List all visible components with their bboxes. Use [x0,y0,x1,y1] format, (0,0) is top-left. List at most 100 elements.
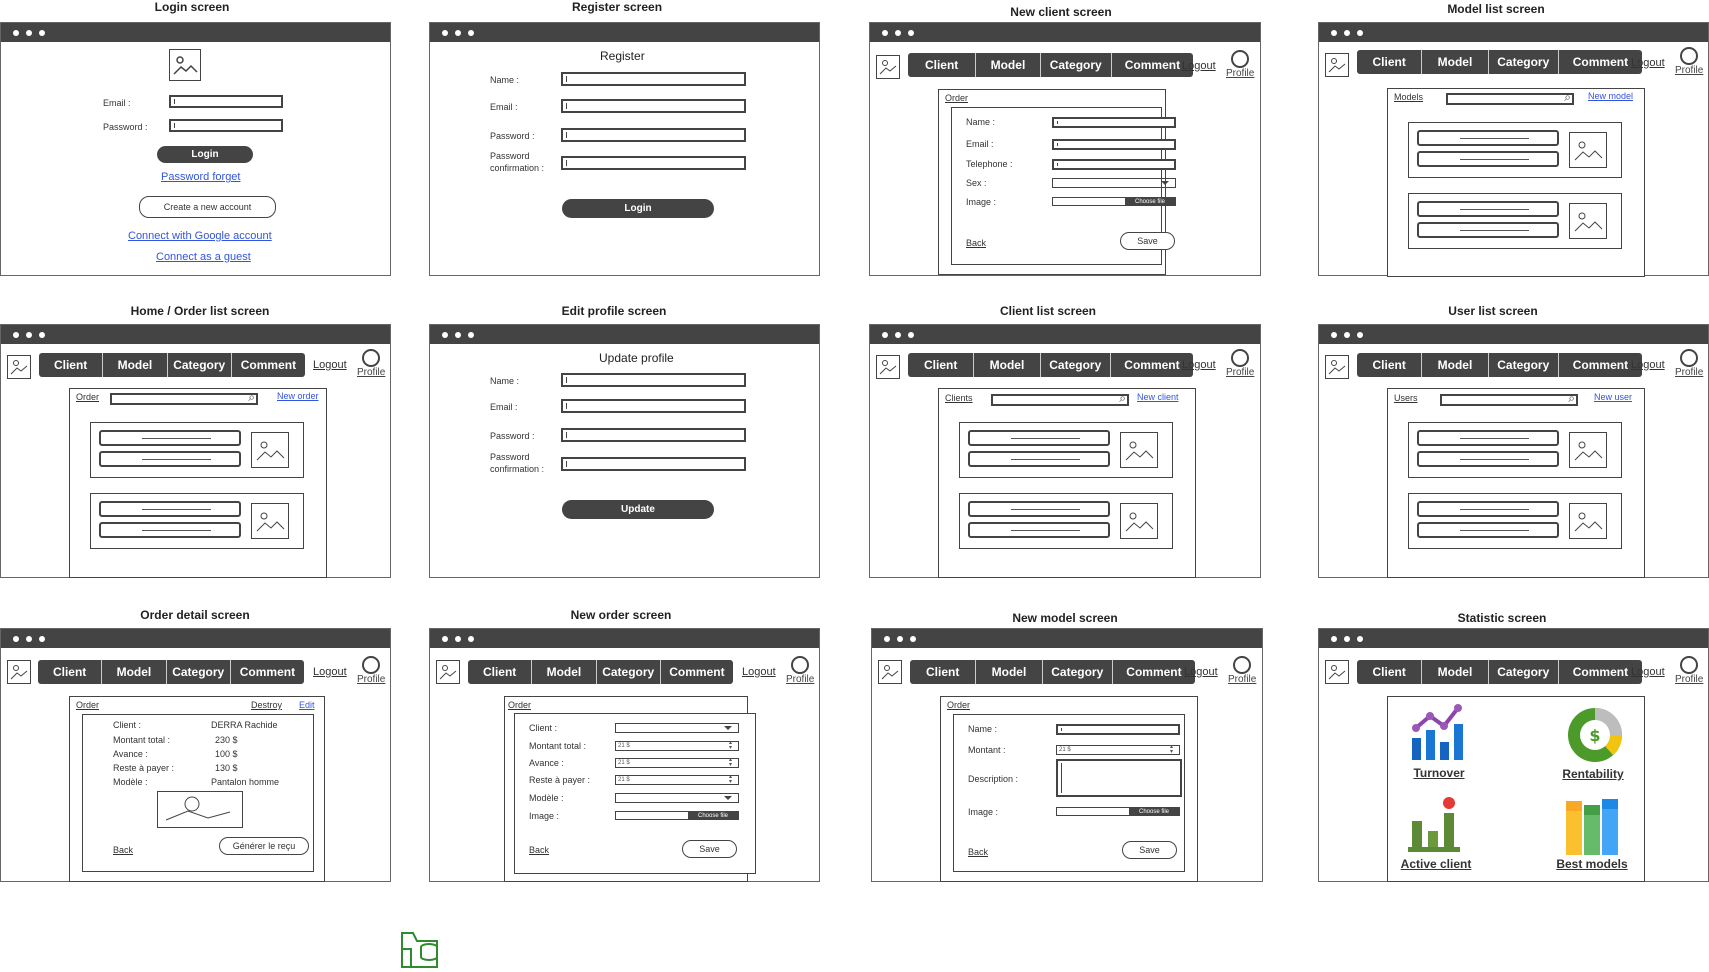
nav-category[interactable]: Category [597,660,661,684]
active-client-link[interactable]: Active client [1401,857,1472,871]
nav-client[interactable]: Client [908,53,977,77]
logout-link[interactable]: Logout [1631,359,1665,371]
list-item[interactable] [90,422,304,478]
nav-category[interactable]: Category [1043,660,1113,684]
nav-comment[interactable]: Comment [661,660,733,684]
nav-category[interactable]: Category [1489,660,1559,684]
edit-link[interactable]: Edit [299,700,315,710]
logout-link[interactable]: Logout [313,359,347,371]
profile-button[interactable]: Profile [1226,349,1254,378]
nav-comment[interactable]: Comment [1559,50,1642,74]
nav-comment[interactable]: Comment [232,353,305,377]
list-item[interactable] [959,493,1173,549]
destroy-link[interactable]: Destroy [251,700,282,710]
search-input[interactable] [1440,391,1578,406]
nav-comment[interactable]: Comment [231,660,304,684]
list-item[interactable] [1408,193,1622,249]
name-field[interactable] [561,373,746,387]
logout-link[interactable]: Logout [1182,60,1216,72]
logout-link[interactable]: Logout [1182,359,1216,371]
nav-client[interactable]: Client [910,660,977,684]
nav-category[interactable]: Category [1489,353,1559,377]
profile-button[interactable]: Profile [786,656,814,685]
turnover-link[interactable]: Turnover [1413,766,1464,780]
search-input[interactable] [110,390,258,405]
logout-link[interactable]: Logout [1631,666,1665,678]
logout-link[interactable]: Logout [313,666,347,678]
create-account-button[interactable]: Create a new account [139,196,276,218]
nav-client[interactable]: Client [1357,660,1423,684]
nav-model[interactable]: Model [976,53,1041,77]
nav-model[interactable]: Model [102,660,167,684]
new-client-link[interactable]: New client [1137,392,1179,402]
nav-model[interactable]: Model [974,353,1041,377]
nav-category[interactable]: Category [1489,50,1559,74]
profile-button[interactable]: Profile [1675,656,1703,685]
total-stepper[interactable]: 21 $ [615,741,739,751]
client-select[interactable] [615,723,739,733]
name-field[interactable] [561,72,746,86]
avance-stepper[interactable]: 21 $ [615,758,739,768]
search-input[interactable] [1446,90,1574,105]
modele-select[interactable] [615,793,739,803]
new-order-link[interactable]: New order [277,391,319,401]
email-field[interactable] [561,99,746,113]
rentability-link[interactable]: Rentability [1562,767,1623,781]
list-item[interactable] [1408,422,1622,478]
nav-category[interactable]: Category [167,660,231,684]
nav-model[interactable]: Model [103,353,168,377]
list-item[interactable] [1408,493,1622,549]
generate-receipt-button[interactable]: Générer le reçu [219,837,309,855]
profile-button[interactable]: Profile [1226,50,1254,79]
nav-model[interactable]: Model [976,660,1043,684]
search-input[interactable] [991,391,1129,406]
name-field[interactable] [1056,724,1180,735]
back-link[interactable]: Back [966,238,986,248]
best-models-link[interactable]: Best models [1556,857,1627,871]
nav-comment[interactable]: Comment [1559,660,1642,684]
image-file-input[interactable]: Choose file [1052,197,1176,206]
logout-link[interactable]: Logout [1184,666,1218,678]
nav-category[interactable]: Category [168,353,232,377]
login-button[interactable]: Login [157,146,253,163]
montant-stepper[interactable]: 21 $ [1056,745,1180,755]
nav-category[interactable]: Category [1041,353,1111,377]
back-link[interactable]: Back [529,845,549,855]
nav-client[interactable]: Client [1357,50,1423,74]
password-field[interactable] [169,119,283,132]
nav-client[interactable]: Client [908,353,975,377]
email-field[interactable] [561,399,746,413]
google-connect-link[interactable]: Connect with Google account [128,230,272,242]
profile-button[interactable]: Profile [1675,47,1703,76]
password-forget-link[interactable]: Password forget [161,171,240,183]
telephone-field[interactable] [1052,159,1176,170]
logout-link[interactable]: Logout [742,666,776,678]
nav-comment[interactable]: Comment [1113,660,1195,684]
back-link[interactable]: Back [968,847,988,857]
back-link[interactable]: Back [113,845,133,855]
nav-model[interactable]: Model [1422,660,1489,684]
image-file-input[interactable]: Choose file [615,811,739,820]
nav-client[interactable]: Client [39,353,104,377]
list-item[interactable] [959,422,1173,478]
nav-client[interactable]: Client [1357,353,1423,377]
nav-client[interactable]: Client [468,660,533,684]
password-confirmation-field[interactable] [561,457,746,471]
nav-model[interactable]: Model [532,660,597,684]
save-button[interactable]: Save [1120,232,1175,250]
profile-button[interactable]: Profile [357,349,385,378]
nav-client[interactable]: Client [38,660,103,684]
logout-link[interactable]: Logout [1631,57,1665,69]
guest-connect-link[interactable]: Connect as a guest [156,251,251,263]
profile-button[interactable]: Profile [1228,656,1256,685]
description-textarea[interactable] [1056,759,1182,797]
sex-select[interactable] [1052,178,1176,188]
nav-comment[interactable]: Comment [1112,53,1193,77]
name-field[interactable] [1052,117,1176,128]
email-field[interactable] [1052,139,1176,150]
nav-model[interactable]: Model [1422,50,1489,74]
profile-button[interactable]: Profile [1675,349,1703,378]
save-button[interactable]: Save [682,840,737,858]
nav-category[interactable]: Category [1041,53,1112,77]
password-field[interactable] [561,428,746,442]
